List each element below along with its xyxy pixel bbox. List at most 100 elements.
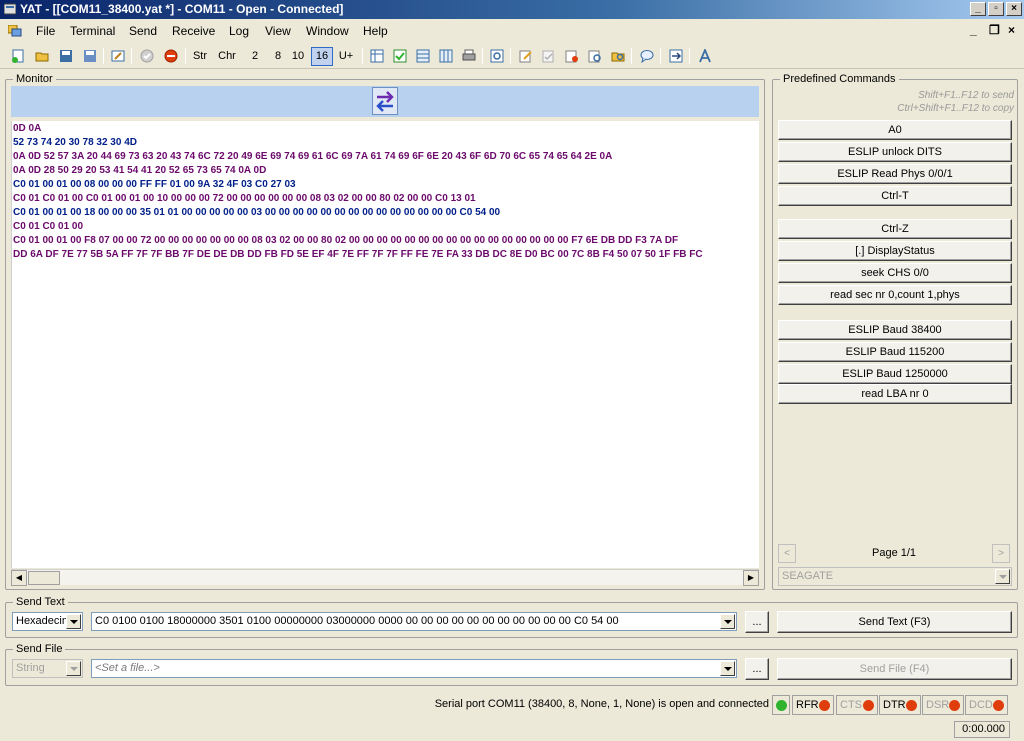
scroll-thumb[interactable] [28,571,60,585]
send-text-button[interactable]: Send Text (F3) [777,611,1012,633]
command-set-select[interactable]: SEAGATE [778,567,1012,586]
port-status-indicator [772,695,790,715]
mdi-minimize-button[interactable]: _ [970,23,977,37]
chevron-down-icon[interactable] [720,661,735,676]
menu-view[interactable]: View [265,24,291,38]
command-seek-chs-button[interactable]: seek CHS 0/0 [778,263,1012,283]
menu-help[interactable]: Help [363,24,388,38]
log-open-button[interactable] [585,46,605,66]
title-bar: YAT - [[COM11_38400.yat *] - COM11 - Ope… [0,0,1024,19]
swap-direction-button[interactable] [372,87,398,115]
signal-dtr[interactable]: DTR [879,695,921,715]
signal-cts: CTS [836,695,878,715]
show-eol-button[interactable] [436,46,456,66]
command-display-status-button[interactable]: [.] DisplayStatus [778,241,1012,261]
chevron-down-icon[interactable] [995,569,1010,584]
send-layout-button[interactable] [666,46,686,66]
monitor-output[interactable]: 0D 0A 52 73 74 20 30 78 32 30 4D 0A 0D 52 … [11,121,759,568]
command-read-sec-button[interactable]: read sec nr 0,count 1,phys [778,285,1012,305]
command-ctrl-t-button[interactable]: Ctrl-T [778,186,1012,206]
copy-shortcut-hint: Ctrl+Shift+F1..F12 to copy [897,103,1014,114]
document-icon[interactable] [8,25,22,37]
monitor-line: C0 01 C0 01 00 [13,221,84,232]
radix-unicode-button[interactable]: U+ [335,47,357,66]
signal-rfr[interactable]: RFR [792,695,834,715]
page-previous-button[interactable]: < [778,544,796,563]
command-baud-38400-button[interactable]: ESLIP Baud 38400 [778,320,1012,340]
command-read-lba-button[interactable]: read LBA nr 0 [778,384,1012,404]
format-button[interactable] [695,46,715,66]
minimize-button[interactable]: _ [970,2,986,16]
log-on-button[interactable] [539,46,559,66]
monitor-line: DD 6A DF 7E 77 5B 5A FF 7F 7F BB 7F DE D… [13,249,703,260]
radix-chr-button[interactable]: Chr [216,47,238,66]
chevron-down-icon[interactable] [66,614,81,629]
send-shortcut-hint: Shift+F1..F12 to send [918,90,1014,101]
chevron-down-icon[interactable] [720,614,735,629]
yat-app-icon[interactable] [4,3,16,15]
menu-file[interactable]: File [36,24,55,38]
chat-button[interactable] [637,46,657,66]
send-file-mode-select[interactable]: String [12,659,83,678]
maximize-button[interactable]: ▫ [988,2,1004,16]
radix-dec-button[interactable]: 10 [289,47,307,66]
page-next-button[interactable]: > [992,544,1010,563]
log-off-button[interactable] [562,46,582,66]
toolbar-separator [482,48,483,64]
save-button[interactable] [56,46,76,66]
scroll-right-button[interactable]: ▶ [743,570,759,586]
menu-receive[interactable]: Receive [172,24,215,38]
mdi-close-button[interactable]: × [1008,23,1015,37]
mdi-restore-button[interactable]: ❐ [989,23,1000,37]
save-as-button[interactable] [80,46,100,66]
find-button[interactable] [487,46,507,66]
toolbar: Str Chr 2 8 10 16 U+ [0,43,1024,69]
send-text-input[interactable]: C0 0100 0100 18000000 3501 0100 00000000… [91,612,737,631]
command-eslip-read-phys-button[interactable]: ESLIP Read Phys 0/0/1 [778,164,1012,184]
printer-icon [462,49,476,61]
monitor-horizontal-scrollbar[interactable]: ◀ ▶ [11,569,759,586]
send-text-mode-select[interactable]: Hexadecimal [12,612,83,631]
command-eslip-unlock-button[interactable]: ESLIP unlock DITS [778,142,1012,162]
check-circle-icon [140,49,154,63]
led-icon [906,700,917,711]
menu-send[interactable]: Send [129,24,157,38]
close-button[interactable]: × [1006,2,1022,16]
find-icon [490,49,504,63]
radix-bin-button[interactable]: 2 [247,47,263,66]
command-ctrl-z-button[interactable]: Ctrl-Z [778,219,1012,239]
log-settings-button[interactable] [516,46,536,66]
send-file-input[interactable]: <Set a file...> [91,659,737,678]
toolbar-separator [689,48,690,64]
print-button[interactable] [459,46,479,66]
menu-terminal[interactable]: Terminal [70,24,115,38]
open-button[interactable] [32,46,52,66]
close-port-button[interactable] [161,46,181,66]
terminal-settings-button[interactable] [108,46,128,66]
led-icon [863,700,874,711]
new-terminal-button[interactable] [8,46,28,66]
toolbar-separator [185,48,186,64]
command-a0-button[interactable]: A0 [778,120,1012,140]
send-text-browse-button[interactable]: ... [745,611,769,633]
menu-window[interactable]: Window [306,24,349,38]
log-folder-button[interactable] [608,46,628,66]
show-length-button[interactable] [413,46,433,66]
command-baud-1250000-button[interactable]: ESLIP Baud 1250000 [778,364,1012,384]
radix-hex-button[interactable]: 16 [311,47,333,66]
font-icon [699,49,711,63]
send-file-browse-button[interactable]: ... [745,658,769,680]
log-check-icon [542,50,554,63]
radix-oct-button[interactable]: 8 [270,47,286,66]
command-set-value: SEAGATE [782,570,834,582]
scroll-left-button[interactable]: ◀ [11,570,27,586]
menu-log[interactable]: Log [229,24,249,38]
open-port-button[interactable] [137,46,157,66]
radix-str-button[interactable]: Str [190,47,210,66]
chevron-down-icon[interactable] [66,661,81,676]
command-baud-115200-button[interactable]: ESLIP Baud 115200 [778,342,1012,362]
show-timestamp-button[interactable] [390,46,410,66]
signal-dcd: DCD [965,695,1008,715]
send-file-button[interactable]: Send File (F4) [777,658,1012,680]
show-radix-button[interactable] [367,46,387,66]
